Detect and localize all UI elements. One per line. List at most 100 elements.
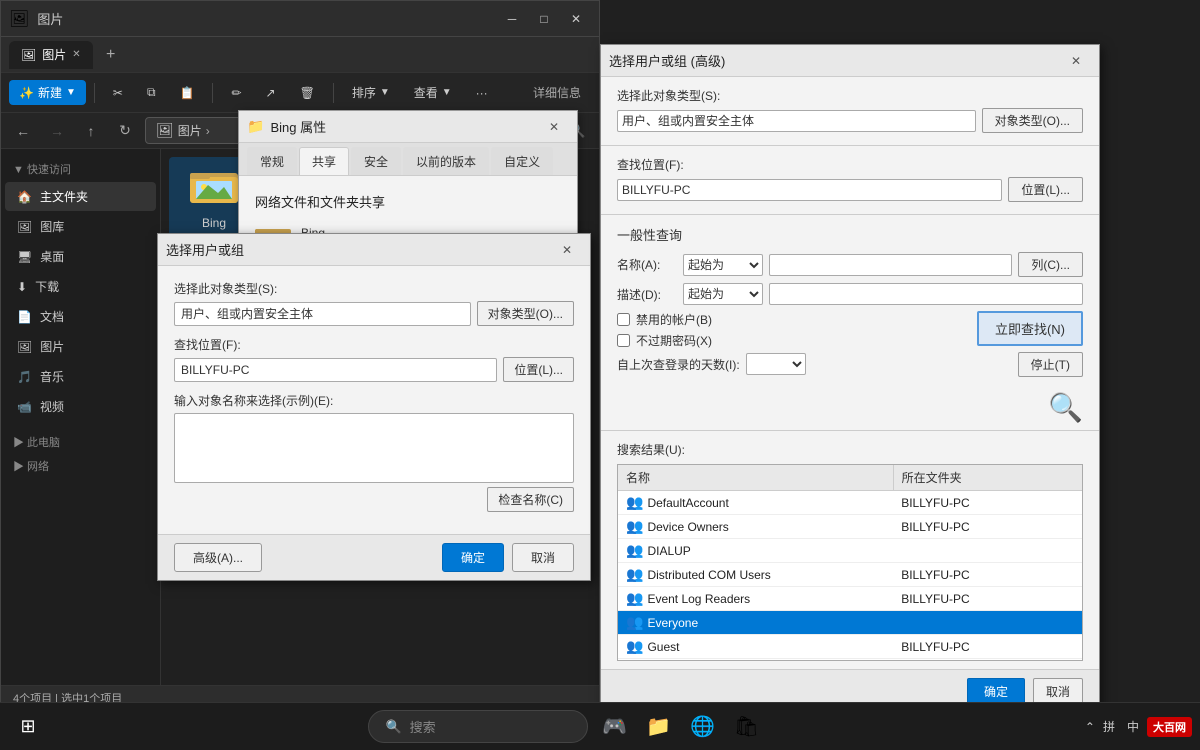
sort-button[interactable]: 排序 ▼	[342, 80, 400, 105]
cut-button[interactable]: ✂	[103, 82, 133, 104]
adv-name-label: 名称(A):	[617, 256, 677, 273]
advanced-button[interactable]: 高级(A)...	[174, 543, 262, 572]
location-button[interactable]: 位置(L)...	[503, 357, 574, 382]
result-row[interactable]: 👥Device OwnersBILLYFU-PC	[618, 515, 1082, 539]
sidebar-item-videos[interactable]: 📹 视频	[5, 392, 156, 421]
advanced-ok-button[interactable]: 确定	[967, 678, 1025, 705]
sidebar-item-downloads[interactable]: ⬇ 下载	[5, 272, 156, 301]
advanced-cancel-button[interactable]: 取消	[1033, 678, 1083, 705]
select-user-close-button[interactable]: ✕	[552, 238, 582, 262]
check-names-button[interactable]: 检查名称(C)	[487, 487, 574, 512]
user-group-icon: 👥	[626, 638, 643, 655]
result-row[interactable]: 👥GuestsBILLYFU-PC	[618, 659, 1082, 661]
more-button[interactable]: ···	[466, 82, 498, 104]
ime-lang[interactable]: 拼	[1099, 716, 1119, 737]
result-row[interactable]: 👥Event Log ReadersBILLYFU-PC	[618, 587, 1082, 611]
result-name-cell: 👥Distributed COM Users	[618, 563, 893, 586]
maximize-button[interactable]: □	[529, 7, 559, 31]
copy-button[interactable]: ⧉	[137, 81, 166, 104]
days-select[interactable]	[746, 353, 806, 375]
paste-button[interactable]: 📋	[170, 82, 205, 104]
bing-dialog-title-bar: 📁 Bing 属性 ✕	[239, 111, 577, 143]
search-icon-container: 🔍	[1048, 391, 1083, 424]
advanced-dialog-close-button[interactable]: ✕	[1061, 49, 1091, 73]
details-button[interactable]: 详细信息	[523, 80, 591, 105]
sidebar-item-desktop[interactable]: 🖥 桌面	[5, 242, 156, 271]
tab-customize[interactable]: 自定义	[491, 147, 553, 175]
adv-checkboxes: 禁用的帐户(B) 不过期密码(X) 自上次查登录的天数(I):	[617, 311, 806, 381]
close-button[interactable]: ✕	[561, 7, 591, 31]
result-folder-cell: BILLYFU-PC	[893, 515, 1082, 538]
result-row[interactable]: 👥GuestBILLYFU-PC	[618, 635, 1082, 659]
share-button[interactable]: ↗	[256, 82, 286, 104]
view-button[interactable]: 查看 ▼	[404, 80, 462, 105]
result-name-cell: 👥Guest	[618, 635, 893, 658]
adv-desc-option-select[interactable]: 起始为 包含	[683, 283, 763, 305]
folder-small-icon: 📁	[247, 118, 264, 135]
result-row[interactable]: 👥Everyone	[618, 611, 1082, 635]
bing-dialog-tabs: 常规 共享 安全 以前的版本 自定义	[239, 143, 577, 176]
new-button[interactable]: ✨ 新建 ▼	[9, 80, 86, 105]
disabled-accounts-checkbox[interactable]	[617, 313, 630, 326]
search-placeholder: 搜索	[410, 717, 436, 736]
bing-dialog-close[interactable]: ✕	[539, 115, 569, 139]
adv-name-option-select[interactable]: 起始为 包含 结束为 等于	[683, 254, 763, 276]
adv-general-query-section: 一般性查询 名称(A): 起始为 包含 结束为 等于 列(C)... 描述(D)…	[601, 215, 1099, 431]
tab-pictures[interactable]: 🖼 图片 ✕	[9, 41, 93, 69]
taskbar-icon-edge[interactable]: 🌐	[684, 709, 720, 745]
result-folder-cell: BILLYFU-PC	[893, 659, 1082, 661]
results-body: 👥DefaultAccountBILLYFU-PC👥Device OwnersB…	[618, 491, 1082, 661]
up-button[interactable]: ↑	[77, 117, 105, 145]
sidebar-item-documents[interactable]: 📄 文档	[5, 302, 156, 331]
adv-location-button[interactable]: 位置(L)...	[1008, 177, 1083, 202]
adv-object-type-button[interactable]: 对象类型(O)...	[982, 108, 1083, 133]
taskbar-search[interactable]: 🔍 搜索	[368, 710, 588, 743]
tab-share[interactable]: 共享	[299, 147, 349, 175]
result-folder-cell	[893, 611, 1082, 634]
sidebar-section-quick[interactable]: ▼ 快速访问	[1, 157, 160, 181]
result-row[interactable]: 👥Distributed COM UsersBILLYFU-PC	[618, 563, 1082, 587]
user-input-area[interactable]	[174, 413, 574, 483]
sidebar-item-home[interactable]: 🏠 主文件夹	[5, 182, 156, 211]
result-folder-cell: BILLYFU-PC	[893, 563, 1082, 586]
select-user-ok-button[interactable]: 确定	[442, 543, 504, 572]
object-type-value: 用户、组或内置安全主体	[174, 302, 471, 326]
toolbar: ✨ 新建 ▼ ✂ ⧉ 📋 ✏ ↗ 🗑 排序 ▼ 查看 ▼ ··· 详细信息	[1, 73, 599, 113]
sidebar-item-gallery[interactable]: 🖼 图库	[5, 212, 156, 241]
select-user-cancel-button[interactable]: 取消	[512, 543, 574, 572]
delete-button[interactable]: 🗑	[290, 82, 325, 104]
result-folder-cell: BILLYFU-PC	[893, 587, 1082, 610]
sidebar-section-thispc[interactable]: ▶ 此电脑	[1, 430, 160, 454]
ime-mode[interactable]: 中	[1123, 716, 1143, 737]
result-name-cell: 👥Device Owners	[618, 515, 893, 538]
ok-cancel-group: 确定 取消	[442, 543, 574, 572]
adv-name-input[interactable]	[769, 254, 1012, 276]
new-tab-button[interactable]: +	[97, 41, 125, 69]
forward-button[interactable]: →	[43, 117, 71, 145]
object-type-button[interactable]: 对象类型(O)...	[477, 301, 574, 326]
minimize-button[interactable]: ─	[497, 7, 527, 31]
no-expire-password-checkbox[interactable]	[617, 334, 630, 347]
advanced-select-dialog: 选择用户或组 (高级) ✕ 选择此对象类型(S): 用户、组或内置安全主体 对象…	[600, 44, 1100, 714]
list-columns-button[interactable]: 列(C)...	[1018, 252, 1083, 277]
check-names-row: 检查名称(C)	[174, 487, 574, 512]
stop-button[interactable]: 停止(T)	[1018, 352, 1083, 377]
tab-security[interactable]: 安全	[351, 147, 401, 175]
taskbar-icon-folder[interactable]: 📁	[640, 709, 676, 745]
result-row[interactable]: 👥DIALUP	[618, 539, 1082, 563]
refresh-button[interactable]: ↻	[111, 117, 139, 145]
rename-button[interactable]: ✏	[221, 82, 251, 104]
sidebar-item-pictures[interactable]: 🖼 图片	[5, 332, 156, 361]
find-now-button[interactable]: 立即查找(N)	[977, 311, 1083, 346]
adv-desc-input[interactable]	[769, 283, 1083, 305]
taskbar-icon-game[interactable]: 🎮	[596, 709, 632, 745]
tab-previous-versions[interactable]: 以前的版本	[403, 147, 489, 175]
tab-general[interactable]: 常规	[247, 147, 297, 175]
result-row[interactable]: 👥DefaultAccountBILLYFU-PC	[618, 491, 1082, 515]
taskbar-icon-store[interactable]: 🛍	[728, 709, 764, 745]
back-button[interactable]: ←	[9, 117, 37, 145]
start-button[interactable]: ⊞	[8, 707, 48, 747]
sidebar-item-music[interactable]: 🎵 音乐	[5, 362, 156, 391]
taskbar-left: ⊞	[0, 707, 48, 747]
sidebar-section-network[interactable]: ▶ 网络	[1, 454, 160, 478]
